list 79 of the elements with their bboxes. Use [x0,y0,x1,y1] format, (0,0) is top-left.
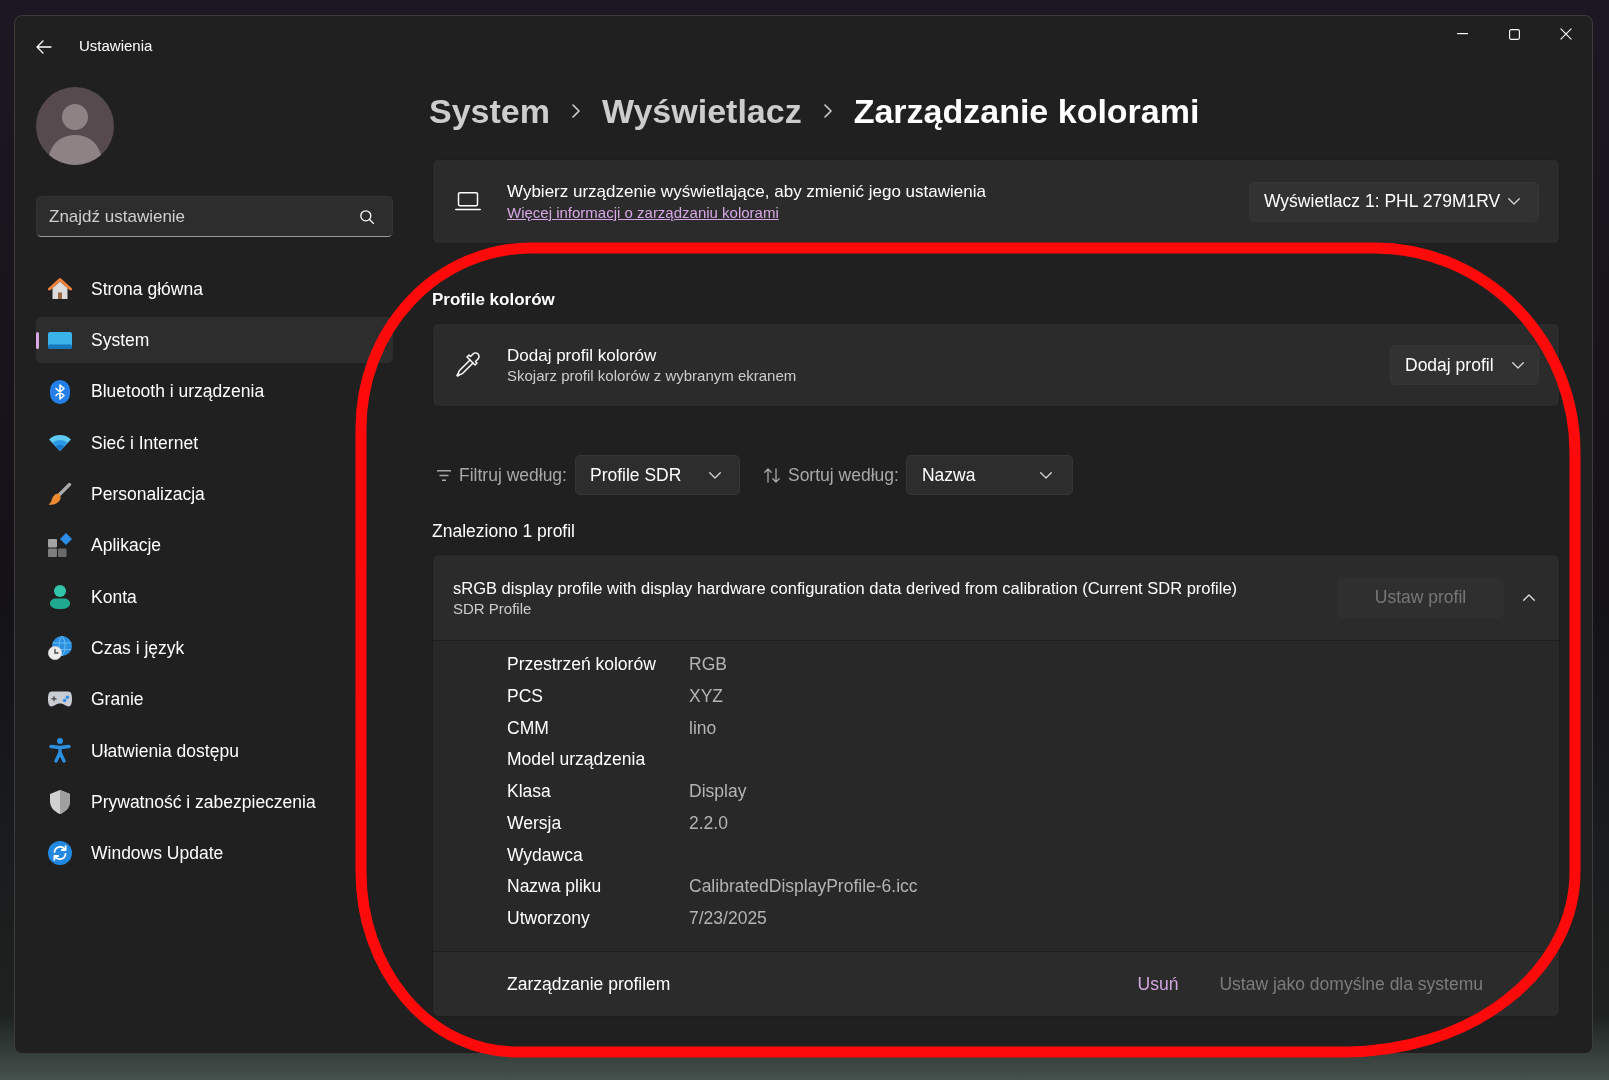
detail-label: Utworzony [507,907,590,930]
eyedropper-icon [455,352,481,378]
result-count: Znaleziono 1 profil [432,520,576,543]
window-title: Ustawienia [79,36,153,57]
card-title: Dodaj profil kolorów [507,345,657,366]
profile-title: sRGB display profile with display hardware configuration data derived from calibration (Current SDR profile) [453,577,1238,599]
breadcrumb-link[interactable]: System [429,85,550,137]
detail-label: Przestrzeń kolorów [507,653,656,676]
card-subtitle: Skojarz profil kolorów z wybranym ekranem [507,366,797,385]
display-dropdown[interactable]: Wyświetlacz 1: PHL 279M1RV [1249,181,1539,222]
detail-value: Display [689,780,747,803]
breadcrumb-link[interactable]: Wyświetlacz [601,85,802,137]
sidebar-item[interactable]: Prywatność i zabezpieczenia [36,778,393,825]
back-arrow-icon [36,39,52,54]
wifi-icon [48,434,72,451]
sidebar-item[interactable]: Ułatwienia dostępu [36,727,393,774]
detail-label: Model urządzenia [507,748,646,772]
chevron-right-icon [571,104,580,118]
sort-dropdown[interactable]: Nazwa [905,455,1073,495]
filter-dropdown[interactable]: Profile SDR [574,455,740,495]
sidebar-item[interactable]: Granie [36,676,393,723]
section-heading: Profile kolorów [432,289,556,311]
detail-label: Nazwa pliku [507,875,602,899]
card-title: Wybierz urządzenie wyświetlające, aby zmienić jego ustawienia [507,180,986,202]
monitor-icon [48,331,72,349]
detail-value: XYZ [689,684,724,708]
chevron-right-icon [823,104,832,118]
accessibility-icon [49,738,71,764]
page-title: Zarządzanie kolorami [853,90,1200,132]
globe-clock-icon [48,636,72,661]
detail-label: Wersja [507,811,562,835]
sidebar-item[interactable]: Sieć i Internet [36,419,393,466]
sort-label: Sortuj według: [787,463,899,487]
detail-label: Klasa [507,780,551,803]
detail-label: PCS [507,684,543,708]
avatar-icon [36,87,114,165]
detail-label: Wydawca [507,843,583,867]
chevron-down-icon [1511,361,1524,369]
more-info-link[interactable]: Więcej informacji o zarządzaniu kolorami [507,201,779,223]
paintbrush-icon [48,482,72,507]
person-icon [50,584,70,609]
detail-value: CalibratedDisplayProfile-6.icc [689,875,918,899]
sidebar-item[interactable]: Windows Update [36,830,393,877]
search-field[interactable]: Znajdź ustawienie [36,196,393,237]
chevron-up-icon[interactable] [1523,594,1535,601]
sync-arrows-icon [48,841,72,866]
gamepad-icon [48,691,72,708]
filter-label: Filtruj według: [459,463,567,487]
maximize-icon [1508,28,1520,40]
laptop-icon [455,192,481,211]
add-profile-button[interactable]: Dodaj profil [1390,345,1539,385]
chevron-down-icon [1039,471,1052,479]
sidebar-item[interactable]: Bluetooth i urządzenia [36,368,393,415]
management-label: Zarządzanie profilem [507,972,671,996]
profile-action-link[interactable]: Usuń [1137,970,1179,997]
sidebar-item[interactable]: Aplikacje [36,522,393,569]
detail-value: RGB [689,653,727,676]
filter-icon [437,469,451,481]
sidebar-item[interactable]: Personalizacja [36,471,393,518]
bluetooth-icon [50,379,70,404]
sidebar-item[interactable]: Czas i język [36,625,393,672]
chevron-down-icon [708,471,721,479]
home-icon [48,277,72,301]
close-icon [1560,28,1572,40]
chevron-down-icon [1508,198,1520,205]
sidebar-item[interactable]: Strona główna [36,266,393,312]
minimize-icon [1456,33,1468,35]
detail-value: lino [689,716,717,740]
search-icon[interactable] [360,209,374,224]
back-button[interactable] [36,39,52,54]
shield-icon [50,789,70,814]
detail-label: CMM [507,716,549,740]
sidebar-item[interactable]: Konta [36,573,393,620]
sort-arrows-icon [763,467,780,483]
detail-value: 2.2.0 [689,811,728,835]
detail-value: 7/23/2025 [689,907,767,930]
profile-type: SDR Profile [453,598,532,618]
sidebar-item[interactable]: System [36,317,393,364]
apps-icon [48,533,72,558]
